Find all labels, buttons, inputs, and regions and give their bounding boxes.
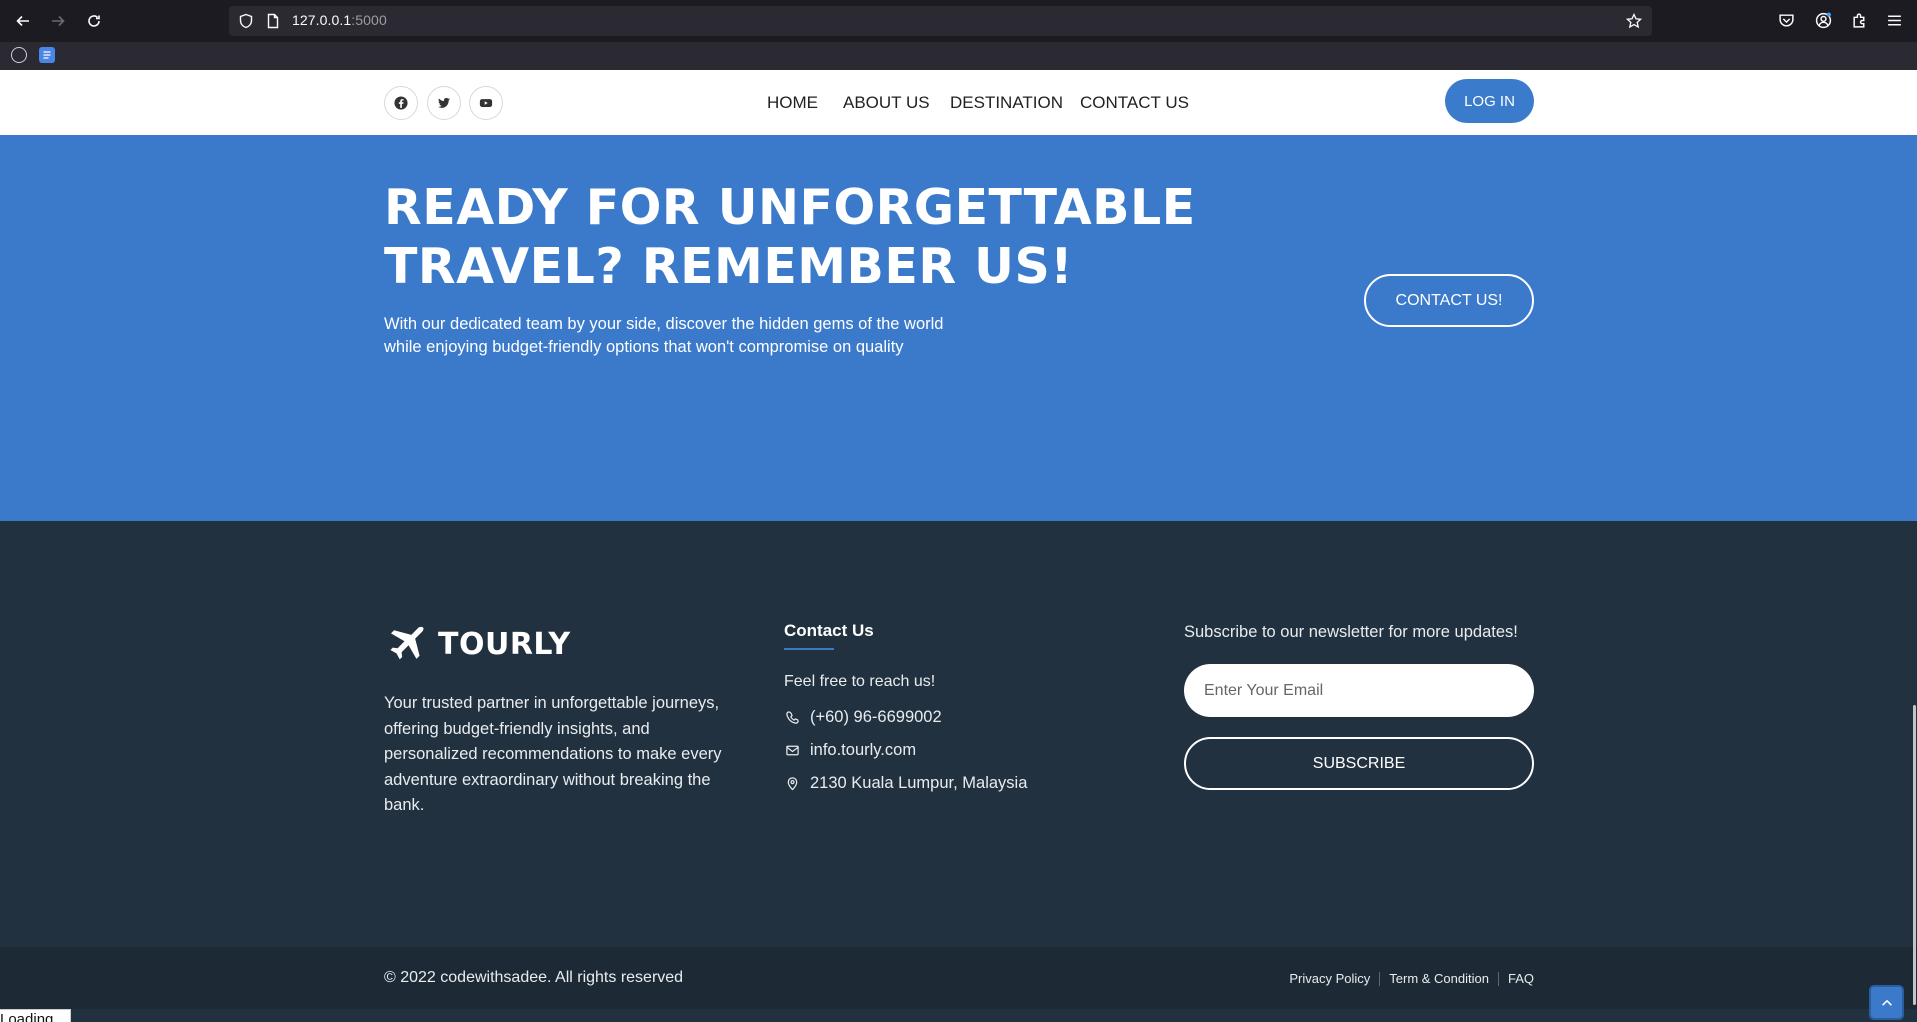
cta-title-line-2: TRAVEL? REMEMBER US!: [384, 238, 1074, 295]
twitter-link[interactable]: [427, 86, 461, 120]
youtube-icon: [479, 99, 493, 107]
url-host: 127.0.0.1: [292, 12, 352, 28]
newsletter-email-input[interactable]: [1184, 664, 1534, 717]
arrow-left-icon: [16, 15, 29, 27]
email-link[interactable]: info.tourly.com: [784, 741, 916, 760]
faq-link[interactable]: FAQ: [1508, 971, 1534, 986]
brand-name: TOURLY: [438, 626, 571, 662]
address-bar[interactable]: 127.0.0.1:5000: [229, 6, 1652, 36]
airplane-icon: [390, 626, 424, 660]
terms-link[interactable]: Term & Condition: [1389, 971, 1489, 986]
reload-button[interactable]: [82, 9, 106, 33]
cta-title-line-1: READY FOR UNFORGETTABLE: [384, 179, 1196, 236]
page-scrollbar[interactable]: [1913, 705, 1916, 1005]
twitter-icon: [437, 97, 451, 108]
site-header: HOME ABOUT US DESTINATION CONTACT US LOG…: [0, 70, 1917, 135]
heading-underline: [784, 648, 834, 650]
phone-icon: [784, 710, 800, 726]
contact-us-button[interactable]: CONTACT US!: [1364, 274, 1534, 327]
footer: TOURLY Your trusted partner in unforgett…: [0, 521, 1917, 947]
legal-links: Privacy Policy Term & Condition FAQ: [1289, 971, 1534, 986]
reload-icon: [88, 15, 100, 27]
url-text[interactable]: 127.0.0.1:5000: [292, 12, 387, 28]
link-divider: [1379, 971, 1381, 986]
phone-link[interactable]: (+60) 96-6699002: [784, 708, 942, 727]
account-icon[interactable]: [1813, 10, 1833, 30]
docs-bookmark-icon[interactable]: [39, 47, 55, 63]
forward-button[interactable]: [46, 9, 70, 33]
nav-contact-us[interactable]: CONTACT US: [1080, 93, 1189, 113]
copyright-text: © 2022 codewithsadee. All rights reserve…: [384, 969, 684, 986]
facebook-link[interactable]: [384, 86, 418, 120]
location-pin-icon: [784, 776, 800, 792]
contact-heading: Contact Us: [784, 621, 874, 640]
nav-home[interactable]: HOME: [767, 93, 818, 113]
facebook-icon: [394, 96, 408, 110]
newsletter-title: Subscribe to our newsletter for more upd…: [1184, 623, 1518, 641]
footer-about: Your trusted partner in unforgettable jo…: [384, 694, 722, 814]
openai-bookmark-icon[interactable]: [11, 47, 27, 63]
shield-icon[interactable]: [238, 13, 254, 29]
cta-section: READY FOR UNFORGETTABLE TRAVEL? REMEMBER…: [0, 135, 1917, 521]
login-button[interactable]: LOG IN: [1445, 79, 1534, 123]
chevron-up-icon: [1881, 999, 1892, 1006]
nav-destination[interactable]: DESTINATION: [950, 93, 1063, 113]
back-button[interactable]: [11, 9, 35, 33]
loading-status: Loading...: [0, 1009, 71, 1022]
bookmarks-bar: [0, 42, 1917, 70]
address-link[interactable]: 2130 Kuala Lumpur, Malaysia: [784, 774, 1027, 793]
extensions-icon[interactable]: [1849, 10, 1869, 30]
page-icon[interactable]: [265, 13, 281, 29]
footer-bottom: © 2022 codewithsadee. All rights reserve…: [0, 947, 1917, 1009]
address-text: 2130 Kuala Lumpur, Malaysia: [810, 774, 1028, 792]
footer-logo[interactable]: TOURLY: [384, 622, 571, 666]
phone-text: (+60) 96-6699002: [810, 708, 942, 726]
menu-icon[interactable]: [1884, 10, 1904, 30]
subscribe-button[interactable]: SUBSCRIBE: [1184, 737, 1534, 790]
nav-about-us[interactable]: ABOUT US: [843, 93, 930, 113]
status-bar-bg: [0, 1009, 1917, 1022]
browser-toolbar: 127.0.0.1:5000: [0, 0, 1917, 42]
back-to-top-button[interactable]: [1869, 985, 1904, 1020]
cta-title: READY FOR UNFORGETTABLE TRAVEL? REMEMBER…: [384, 178, 1204, 296]
privacy-policy-link[interactable]: Privacy Policy: [1289, 971, 1370, 986]
mail-icon: [784, 743, 800, 759]
youtube-link[interactable]: [469, 86, 503, 120]
contact-intro: Feel free to reach us!: [784, 673, 936, 690]
cta-subtitle: With our dedicated team by your side, di…: [384, 315, 944, 356]
pocket-icon[interactable]: [1776, 10, 1796, 30]
arrow-right-icon: [52, 15, 65, 27]
bookmark-star-icon[interactable]: [1626, 13, 1642, 29]
email-text: info.tourly.com: [810, 741, 917, 759]
url-port: :5000: [351, 12, 387, 28]
link-divider: [1497, 971, 1499, 986]
